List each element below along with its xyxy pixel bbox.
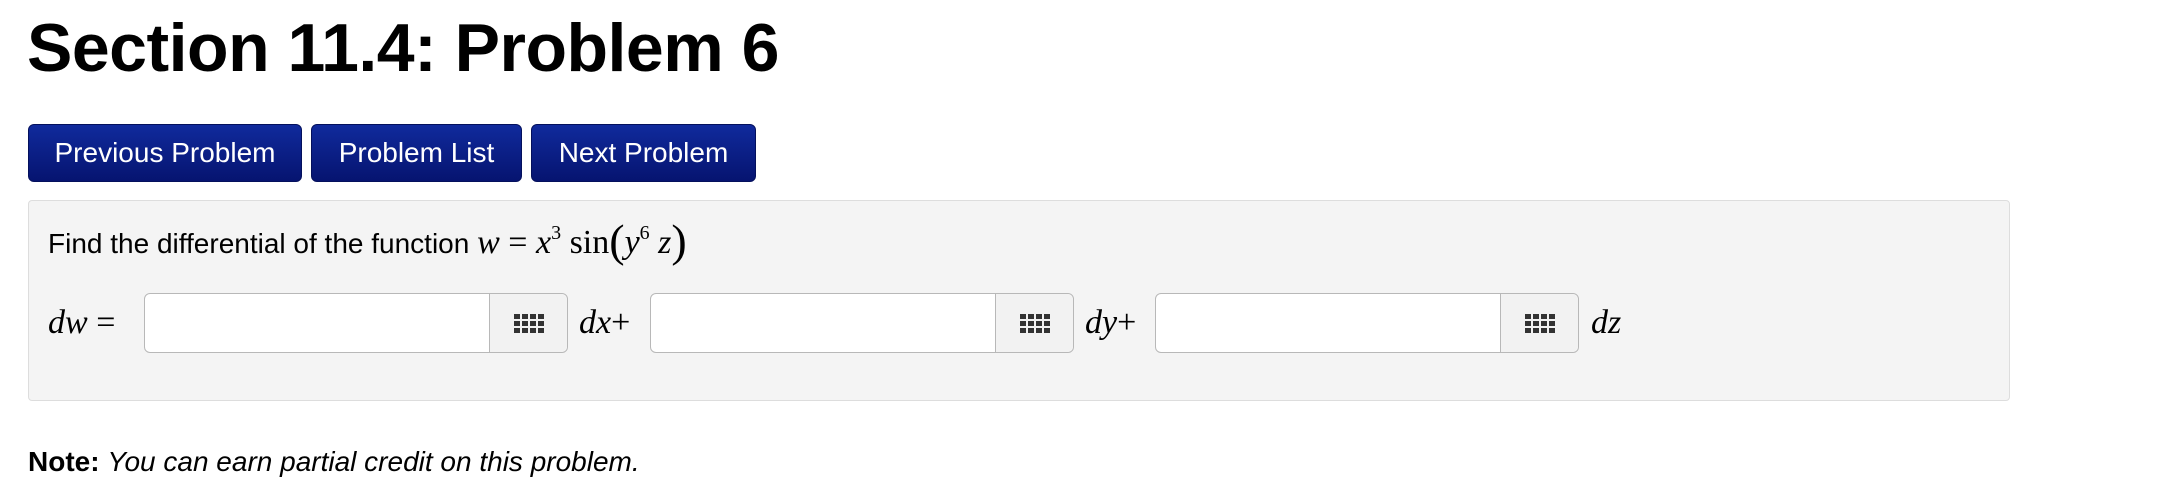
d-symbol: d (1085, 304, 1102, 341)
note-text: You can earn partial credit on this prob… (107, 446, 640, 477)
d-symbol: d (1591, 304, 1608, 341)
next-problem-button[interactable]: Next Problem (531, 124, 756, 182)
answer-input-dy[interactable] (651, 294, 991, 352)
var-y: y (624, 224, 640, 261)
grid-icon (1019, 313, 1050, 333)
var-symbol: y (1102, 304, 1118, 341)
answer-field-dx (144, 293, 568, 353)
var-symbol: z (1608, 304, 1622, 341)
function-expression: w = x3 sin(y6 z) (477, 218, 687, 264)
var-symbol: x (596, 304, 612, 341)
x-exponent: 3 (551, 222, 562, 244)
lhs-dw: dw = (48, 293, 115, 353)
plus-sign: + (611, 304, 631, 341)
problem-prompt: Find the differential of the function w … (48, 218, 687, 266)
answer-input-dx[interactable] (145, 294, 485, 352)
grid-icon (513, 313, 544, 333)
grid-icon (1524, 313, 1555, 333)
y-exponent: 6 (639, 222, 650, 244)
answer-field-dy (650, 293, 1074, 353)
partial-credit-note: Note: You can earn partial credit on thi… (28, 444, 640, 480)
math-toolbar-button-dz[interactable] (1500, 294, 1578, 352)
left-paren: ( (609, 215, 625, 266)
equals-sign: = (508, 224, 528, 261)
previous-problem-button[interactable]: Previous Problem (28, 124, 302, 182)
math-toolbar-button-dy[interactable] (995, 294, 1073, 352)
lhs-equals: = (96, 304, 116, 341)
answer-field-dz (1155, 293, 1579, 353)
right-paren: ) (671, 215, 687, 266)
prompt-text: Find the differential of the function (48, 228, 470, 259)
d-symbol: d (579, 304, 596, 341)
note-label: Note: (28, 446, 100, 477)
var-x: x (535, 224, 552, 261)
lhs-w: w (65, 304, 88, 341)
problem-box: Find the differential of the function w … (28, 200, 2010, 401)
term-dy: dy+ (1085, 293, 1136, 353)
var-w: w (477, 224, 500, 261)
page-title: Section 11.4: Problem 6 (27, 10, 779, 86)
term-dx: dx+ (579, 293, 630, 353)
lhs-d: d (48, 304, 65, 341)
sin-function: sin (569, 224, 610, 261)
term-dz: dz (1591, 293, 1621, 353)
answer-input-dz[interactable] (1156, 294, 1496, 352)
var-z: z (658, 224, 672, 261)
plus-sign: + (1117, 304, 1137, 341)
math-toolbar-button-dx[interactable] (489, 294, 567, 352)
problem-list-button[interactable]: Problem List (311, 124, 522, 182)
